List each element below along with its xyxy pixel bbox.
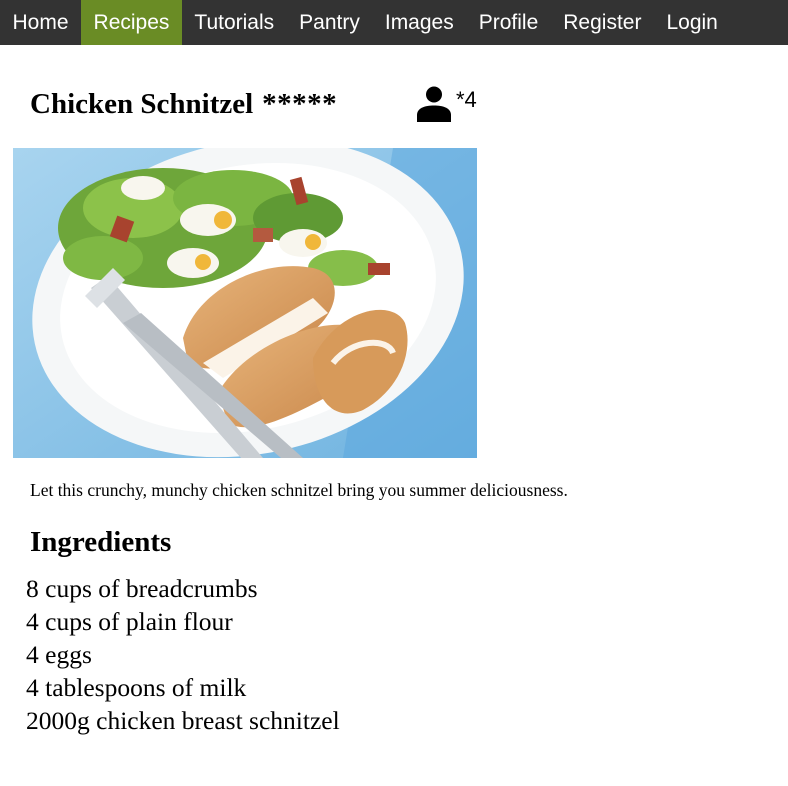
nav-pantry-link[interactable]: Pantry	[287, 0, 373, 45]
ingredient-item: 2000g chicken breast schnitzel	[26, 706, 340, 735]
nav-tutorials-link[interactable]: Tutorials	[182, 0, 287, 45]
user-icon	[415, 84, 455, 124]
nav-images-link[interactable]: Images	[372, 0, 466, 45]
recipe-photo	[13, 148, 477, 458]
ingredients-list: 8 cups of breadcrumbs 4 cups of plain fl…	[26, 572, 340, 737]
recipe-title: Chicken Schnitzel	[30, 88, 254, 120]
ingredient-item: 4 cups of plain flour	[26, 607, 233, 636]
nav-profile-link[interactable]: Profile	[466, 0, 551, 45]
nav-recipes-link[interactable]: Recipes	[81, 0, 182, 45]
ingredient-item: 8 cups of breadcrumbs	[26, 574, 258, 603]
top-navigation-bar: Home Recipes Tutorials Pantry Images Pro…	[0, 0, 788, 45]
ingredient-item: 4 tablespoons of milk	[26, 673, 247, 702]
nav-register-link[interactable]: Register	[551, 0, 654, 45]
recipe-header: Chicken Schnitzel ***** *4	[30, 84, 510, 130]
user-count: *4	[456, 87, 477, 112]
nav-home-link[interactable]: Home	[0, 0, 81, 45]
recipe-description: Let this crunchy, munchy chicken schnitz…	[30, 480, 568, 500]
rating-stars: *****	[262, 88, 338, 120]
ingredients-heading: Ingredients	[30, 526, 172, 558]
nav-login-link[interactable]: Login	[654, 0, 730, 45]
ingredient-item: 4 eggs	[26, 640, 92, 669]
recipe-title-heading: Chicken Schnitzel *****	[30, 88, 337, 121]
